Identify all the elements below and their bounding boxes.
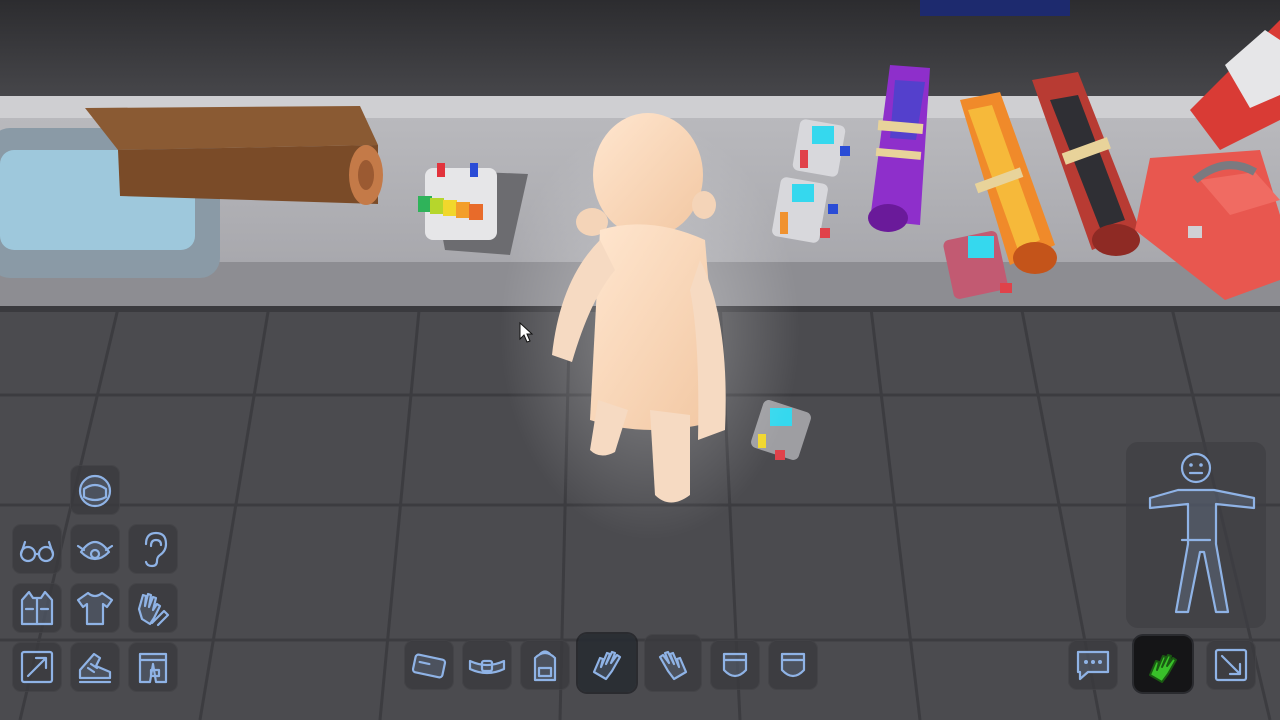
ear-icon [144, 531, 168, 568]
fullscreen-button[interactable] [1206, 640, 1256, 690]
gloves-icon [137, 592, 170, 627]
slot-pocket-left[interactable] [710, 640, 760, 690]
game-scene [0, 0, 1280, 720]
hand-gesture-button[interactable] [1134, 636, 1192, 692]
left-hand-icon [592, 650, 622, 681]
slot-left-hand[interactable] [578, 634, 636, 692]
slot-ear[interactable] [128, 524, 178, 574]
slot-expand[interactable] [12, 642, 62, 692]
mouse-cursor [519, 322, 534, 343]
log [85, 106, 383, 205]
slot-shirt[interactable] [70, 583, 120, 633]
pocket-right-icon [780, 652, 806, 678]
slot-pocket-right[interactable] [768, 640, 818, 690]
chat-button[interactable] [1068, 640, 1118, 690]
pants-icon [138, 652, 168, 684]
hand-gesture-icon [1149, 654, 1177, 683]
body-silhouette-icon [1148, 452, 1256, 614]
slot-card[interactable] [404, 640, 454, 690]
slot-backpack[interactable] [520, 640, 570, 690]
card-icon [411, 653, 447, 679]
slot-helmet[interactable] [70, 465, 120, 515]
expand-icon [20, 650, 54, 684]
slot-belt[interactable] [462, 640, 512, 690]
fullscreen-icon [1214, 648, 1248, 682]
slot-gloves[interactable] [128, 583, 178, 633]
slot-glasses[interactable] [12, 524, 62, 574]
backpack-icon [533, 650, 557, 682]
belt-icon [468, 659, 506, 675]
vest-icon [20, 590, 54, 626]
slot-right-hand[interactable] [644, 634, 702, 692]
slot-pants[interactable] [128, 642, 178, 692]
back-wall [0, 0, 1280, 110]
slot-shoes[interactable] [70, 642, 120, 692]
slot-mask[interactable] [70, 524, 120, 574]
pocket-left-icon [722, 652, 748, 678]
slot-vest[interactable] [12, 583, 62, 633]
mask-icon [76, 540, 114, 561]
shirt-icon [76, 591, 114, 626]
glasses-icon [19, 540, 55, 563]
shoes-icon [78, 652, 112, 684]
helmet-icon [78, 474, 112, 508]
chat-icon [1076, 650, 1110, 681]
body-silhouette-panel[interactable] [1126, 442, 1266, 628]
wall-banner [920, 0, 1070, 16]
right-hand-icon [658, 650, 688, 681]
